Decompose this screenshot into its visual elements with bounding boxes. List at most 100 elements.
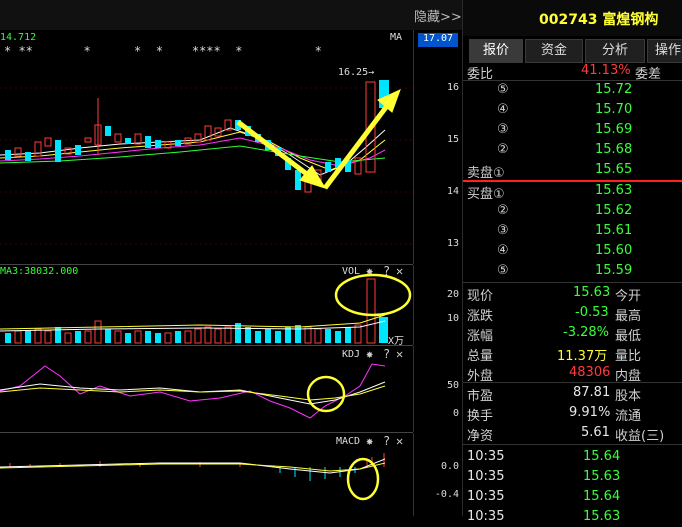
current-price-badge: 17.07 xyxy=(418,33,458,47)
tick-price: 15.64 xyxy=(583,449,621,464)
price-axis-label: 13 xyxy=(446,238,459,249)
ask-level: ⑤ xyxy=(497,82,509,97)
chart-top-bar xyxy=(0,0,462,31)
stat-label: 量比 xyxy=(615,349,642,364)
stat-row: 总量 11.37万 量比 xyxy=(463,343,682,364)
ask-row[interactable]: 卖盘① 15.65 xyxy=(463,160,682,181)
tick-price: 15.63 xyxy=(583,509,621,524)
price-axis-label: 16 xyxy=(446,82,459,93)
stat-row: 外盘 48306 内盘 xyxy=(463,363,682,384)
vol-tag: VOL xyxy=(342,266,361,277)
bid-row[interactable]: ④ 15.60 xyxy=(463,241,682,261)
help-icon[interactable]: ? xyxy=(383,264,390,278)
tab-funds[interactable]: 资金 xyxy=(525,39,583,63)
tab-analysis[interactable]: 分析 xyxy=(585,39,645,63)
price-axis: 17.07 16 15 14 13 xyxy=(413,30,463,264)
hide-panel-button[interactable]: 隐藏>> xyxy=(414,6,462,25)
stat-value: 9.91% xyxy=(569,405,611,420)
kline-svg xyxy=(0,80,413,245)
stat-row: 涨跌 -0.53 最高 xyxy=(463,303,682,324)
ask-price: 15.69 xyxy=(595,122,633,137)
kdj-tag: KDJ xyxy=(342,349,361,360)
ask-price: 15.68 xyxy=(595,142,633,157)
tick-row: 10:35 15.63 xyxy=(463,467,682,487)
stock-header: 002743 富煌钢构 xyxy=(463,0,682,36)
high-price-label: 16.25→ xyxy=(338,67,375,78)
settings-icon[interactable]: ✸ xyxy=(366,434,373,448)
stat-value: 5.61 xyxy=(581,425,610,440)
settings-icon[interactable]: ✸ xyxy=(366,347,373,361)
ask-row[interactable]: ③ 15.69 xyxy=(463,120,682,140)
quote-panel: 002743 富煌钢构 报价 资金 分析 操作 委比 41.13% 委差 ⑤ 15… xyxy=(462,0,682,524)
bid-level: 买盘① xyxy=(467,187,505,202)
stat-label: 涨幅 xyxy=(467,329,494,344)
bid-row[interactable]: ⑤ 15.59 xyxy=(463,261,682,281)
close-icon[interactable]: ✕ xyxy=(396,347,403,361)
stat-row: 涨幅 -3.28% 最低 xyxy=(463,323,682,344)
ask-level: ② xyxy=(497,142,509,157)
bid-price: 15.59 xyxy=(595,263,633,278)
stat-label: 流通 xyxy=(615,409,642,424)
macd-axis-label: 0.0 xyxy=(440,461,459,472)
stat-row: 现价 15.63 今开 xyxy=(463,283,682,304)
bid-row[interactable]: 买盘① 15.63 xyxy=(463,181,682,202)
help-icon[interactable]: ? xyxy=(383,434,390,448)
tab-quote[interactable]: 报价 xyxy=(469,39,523,63)
kline-pane[interactable] xyxy=(0,30,413,265)
stat-label: 今开 xyxy=(615,289,642,304)
bid-level: ② xyxy=(497,203,509,218)
stat-value: 15.63 xyxy=(573,285,611,300)
stat-value: 87.81 xyxy=(573,385,611,400)
volume-highlight-circle xyxy=(334,273,412,317)
stat-label: 最高 xyxy=(615,309,642,324)
tick-time: 10:35 xyxy=(467,509,505,524)
price-axis-label: 14 xyxy=(446,186,459,197)
macd-highlight-circle xyxy=(346,457,380,501)
kdj-axis: 50 0 xyxy=(413,346,463,432)
stock-title: 002743 富煌钢构 xyxy=(539,12,659,28)
tick-time: 10:35 xyxy=(467,449,505,464)
volume-axis-label: 10 xyxy=(446,313,459,324)
ask-price: 15.70 xyxy=(595,102,633,117)
kdj-axis-label: 50 xyxy=(446,380,459,391)
volume-svg xyxy=(0,273,412,344)
stat-label: 现价 xyxy=(467,289,494,304)
stat-label: 股本 xyxy=(615,389,642,404)
macd-axis: 0.0 -0.4 xyxy=(413,433,463,516)
bid-price: 15.61 xyxy=(595,223,633,238)
help-icon[interactable]: ? xyxy=(383,347,390,361)
ma-tag: MA xyxy=(390,32,403,43)
stat-row: 净资 5.61 收益(三) xyxy=(463,423,682,444)
volume-pane[interactable] xyxy=(0,265,413,346)
weibi-value: 41.13% xyxy=(581,63,631,78)
ask-level: 卖盘① xyxy=(467,166,505,181)
stat-value: 11.37万 xyxy=(557,349,608,364)
weibi-row: 委比 41.13% 委差 xyxy=(463,61,682,82)
tick-row: 10:35 15.64 xyxy=(463,487,682,507)
bid-row[interactable]: ② 15.62 xyxy=(463,201,682,221)
tab-operation[interactable]: 操作 xyxy=(647,39,682,63)
ask-level: ③ xyxy=(497,122,509,137)
ask-level: ④ xyxy=(497,102,509,117)
stat-label: 换手 xyxy=(467,409,494,424)
stat-value: 48306 xyxy=(569,365,611,380)
settings-icon[interactable]: ✸ xyxy=(366,264,373,278)
volume-unit: X万 xyxy=(388,336,405,347)
stat-label: 市盈 xyxy=(467,389,494,404)
stat-label: 净资 xyxy=(467,429,494,444)
bid-price: 15.62 xyxy=(595,203,633,218)
star-marks: * ** * * * **** * * xyxy=(4,44,322,58)
ask-row[interactable]: ⑤ 15.72 xyxy=(463,80,682,100)
stat-row: 市盈 87.81 股本 xyxy=(463,383,682,404)
stat-value: -3.28% xyxy=(563,325,609,340)
close-icon[interactable]: ✕ xyxy=(396,434,403,448)
ask-row[interactable]: ④ 15.70 xyxy=(463,100,682,120)
close-icon[interactable]: ✕ xyxy=(396,264,403,278)
bid-level: ④ xyxy=(497,243,509,258)
bid-row[interactable]: ③ 15.61 xyxy=(463,221,682,241)
tick-time: 10:35 xyxy=(467,489,505,504)
ask-price: 15.72 xyxy=(595,82,633,97)
ask-row[interactable]: ② 15.68 xyxy=(463,140,682,160)
volume-axis-label: 20 xyxy=(446,289,459,300)
ma-value-label: 14.712 xyxy=(0,32,37,43)
